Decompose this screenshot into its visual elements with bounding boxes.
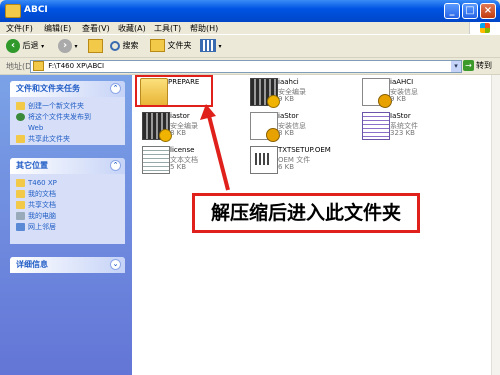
explorer-window: ABCI _ □ × 文件(F) 编辑(E) 查看(V) 收藏(A) 工具(T)… [0, 0, 500, 375]
annotation-callout: 解压缩后进入此文件夹 [192, 193, 420, 233]
annotation-arrow [200, 104, 230, 191]
